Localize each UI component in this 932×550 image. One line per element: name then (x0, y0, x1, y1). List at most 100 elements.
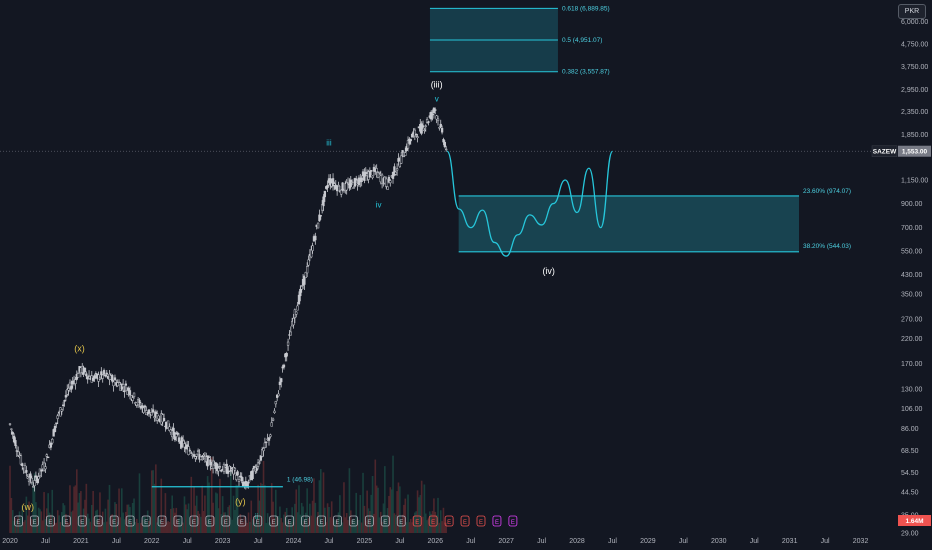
y-tick-label: 270.00 (901, 317, 923, 324)
earnings-marker-label: E (431, 520, 435, 526)
earnings-marker-label: E (112, 520, 116, 526)
earnings-marker-label: E (320, 520, 324, 526)
volume-bar (182, 522, 184, 533)
candle-body (44, 466, 47, 470)
volume-bar (408, 522, 411, 533)
x-tick-label: Jul (679, 538, 688, 545)
candle-body (237, 479, 241, 482)
candle-body (177, 437, 181, 442)
volume-bar (55, 522, 58, 533)
candle-body (112, 381, 115, 387)
volume-bar (75, 469, 78, 533)
volume-bar (355, 492, 358, 533)
volume-bar (403, 504, 405, 533)
volume-bar (24, 520, 26, 533)
fib-level-label: 23.60% (974.07) (803, 188, 851, 195)
candle-body (8, 423, 12, 425)
candle-body (436, 118, 440, 122)
candle-body (340, 189, 343, 195)
volume-bar (423, 484, 426, 533)
volume-bar (41, 520, 44, 533)
candle-body (445, 148, 448, 151)
candle-body (255, 468, 258, 471)
volume-bar (366, 490, 368, 533)
volume-bar (204, 495, 206, 533)
volume-bar (221, 496, 224, 533)
volume-bar (345, 513, 348, 533)
candle-body (409, 138, 412, 142)
candle-body (32, 486, 35, 488)
candle-body (401, 150, 404, 153)
candle-body (289, 331, 292, 336)
earnings-marker-label: E (479, 520, 483, 526)
y-tick-label: 106.00 (901, 406, 923, 413)
y-tick-label: 130.00 (901, 387, 923, 394)
volume-bar (122, 512, 124, 533)
earnings-marker-label: E (447, 520, 451, 526)
volume-bar (187, 503, 190, 533)
price-chart[interactable]: 0.618 (6,889.85) 0.5 (4,951.07) 0.382 (3,5… (0, 0, 932, 550)
candle-body (322, 196, 325, 207)
earnings-marker-label: E (32, 520, 36, 526)
y-tick-label: 2,350.00 (901, 109, 928, 116)
candle-body (386, 186, 389, 190)
earnings-marker-label: E (367, 520, 371, 526)
earnings-marker-label: E (288, 520, 292, 526)
y-tick-label: 700.00 (901, 225, 923, 232)
candle-body (292, 318, 295, 326)
candle-body (162, 418, 166, 422)
volume-bar (10, 498, 13, 533)
earnings-marker-label: E (495, 520, 499, 526)
volume-bar (341, 522, 344, 533)
time-axis[interactable]: 2020 Jul 2021 Jul 2022 Jul 2023 Jul 2024 Jul 2025 J… (2, 538, 868, 545)
volume-bar (251, 519, 254, 533)
candle-body (30, 477, 33, 483)
volume-bar (183, 496, 186, 533)
volume-bar (392, 455, 394, 533)
candle-body (113, 377, 117, 381)
wave-label: (iii) (431, 79, 443, 89)
candle-body (430, 111, 433, 120)
candle-body (188, 450, 192, 452)
volume-bar (266, 513, 269, 533)
x-tick-label: 2024 (286, 538, 302, 545)
volume-bar (92, 490, 94, 533)
candle-body (265, 441, 268, 443)
candle-body (319, 215, 322, 217)
candle-body (150, 412, 153, 416)
candle-body (350, 181, 354, 184)
candle-body (335, 186, 339, 192)
candle-body (74, 379, 77, 384)
volume-bar (216, 493, 218, 533)
candle-body (310, 249, 313, 258)
candle-body (410, 134, 414, 138)
y-tick-label: 1,850.00 (901, 132, 928, 139)
earnings-marker-label: E (335, 520, 339, 526)
x-tick-label: Jul (254, 538, 263, 545)
candle-body (180, 437, 183, 448)
candle-body (218, 466, 222, 468)
earnings-marker-label: E (256, 520, 260, 526)
candle-body (111, 375, 114, 382)
wave-labels: (w)(x)(y)(iii)viiiivii(iv) (21, 79, 554, 520)
candle-body (370, 170, 373, 172)
volume-bar (298, 485, 300, 533)
volume-bar (419, 495, 422, 533)
price-axis[interactable]: 6,000.00 4,750.00 3,750.00 2,950.00 2,350.00… (901, 19, 928, 537)
volume-bar (262, 460, 265, 533)
x-tick-label: Jul (324, 538, 333, 545)
volume-bar (294, 503, 296, 533)
candle-body (141, 405, 144, 408)
candle-body (439, 123, 442, 128)
candle-body (395, 168, 399, 171)
candle-body (355, 178, 358, 181)
volume-bar (127, 504, 130, 533)
candle-body (240, 476, 243, 482)
volume-bar (215, 492, 217, 533)
volume-bar (78, 493, 81, 533)
volume-bar (86, 513, 89, 533)
earnings-marker-label: E (80, 520, 84, 526)
candle-body (55, 422, 58, 424)
candle-body (443, 142, 446, 148)
candle-body (427, 121, 430, 123)
